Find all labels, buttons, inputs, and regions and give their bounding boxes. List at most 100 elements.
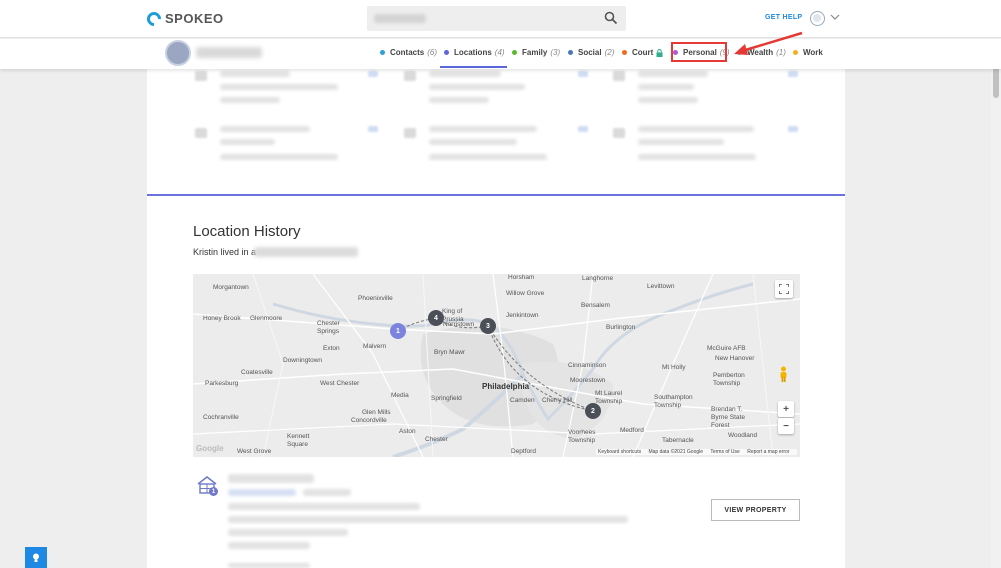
- blurred-link: [578, 71, 588, 77]
- tab-label: Family: [522, 48, 548, 57]
- map-place: Pemberton Township: [713, 372, 745, 387]
- street-view-pegman-icon[interactable]: [777, 366, 790, 382]
- lightbulb-icon: [33, 553, 39, 562]
- annotation-arrow-icon: [734, 31, 803, 55]
- map-place: Malvern: [363, 343, 387, 350]
- map-place: Bryn Mawr: [434, 349, 466, 356]
- keyboard-shortcuts-link[interactable]: Keyboard shortcuts: [598, 449, 641, 455]
- map-place: Voorhees Township: [568, 429, 596, 444]
- blurred-text: [429, 97, 489, 103]
- terms-link[interactable]: Terms of Use: [710, 449, 739, 455]
- tab-count: (6): [427, 48, 438, 57]
- chevron-down-icon[interactable]: [830, 13, 840, 21]
- section-divider: [147, 194, 845, 196]
- email-icon: [613, 128, 625, 138]
- tab-court[interactable]: Court: [622, 48, 663, 57]
- map-place: Burlington: [606, 324, 636, 331]
- blurred-text: [638, 126, 754, 132]
- report-error-link[interactable]: Report a map error: [747, 449, 789, 455]
- tab-label: Work: [803, 48, 823, 57]
- logo-mark-icon: [144, 8, 164, 29]
- tab-label: Locations: [454, 48, 492, 57]
- blurred-text: [429, 71, 501, 77]
- help-chat-button[interactable]: [25, 547, 47, 568]
- get-help-link[interactable]: GET HELP: [765, 14, 802, 21]
- spokeo-logo[interactable]: SPOKEO: [144, 8, 224, 29]
- court-dot-icon: [622, 50, 627, 55]
- profile-avatar: [165, 40, 191, 66]
- search-icon[interactable]: [604, 11, 618, 25]
- map-place: Glenmoore: [250, 315, 283, 322]
- blurred-text: [220, 126, 310, 132]
- map-place: Bensalem: [581, 302, 610, 309]
- section-title: Location History: [193, 223, 301, 240]
- top-bar: SPOKEO GET HELP: [0, 0, 1001, 38]
- map-data-text: Map data ©2021 Google: [648, 449, 704, 455]
- social-dot-icon: [568, 50, 573, 55]
- search-input[interactable]: [367, 6, 626, 31]
- tab-count: (4): [494, 48, 505, 57]
- scrollbar[interactable]: [991, 39, 1001, 568]
- tab-label: Social: [578, 48, 602, 57]
- map-place: Morgantown: [213, 284, 249, 291]
- tab-family[interactable]: Family (3): [512, 48, 560, 57]
- map-marker[interactable]: 1: [390, 323, 406, 339]
- blurred-text: [220, 84, 338, 90]
- blurred-text: [638, 139, 724, 145]
- map-place: Concordville: [351, 417, 387, 424]
- map-place: Woodland: [728, 432, 758, 439]
- map-place: Medford: [620, 427, 644, 434]
- map-place: Aston: [399, 428, 416, 435]
- blurred-text: [220, 139, 275, 145]
- annotation-highlight-box: [671, 42, 727, 62]
- map-base: [193, 274, 800, 457]
- map-place: Exton: [323, 345, 340, 352]
- map-place: Levittown: [647, 283, 675, 290]
- map-place: Brendan T. Byrne State Forest: [711, 406, 745, 429]
- blurred-link: [578, 126, 588, 132]
- map-place: Springfield: [431, 395, 462, 402]
- map-place-city: Philadelphia: [482, 382, 530, 391]
- map-place: Moorestown: [570, 377, 606, 384]
- marker-label: 3: [486, 322, 490, 330]
- blurred-text: [228, 474, 314, 483]
- tab-count: (3): [550, 48, 561, 57]
- blurred-text: [429, 84, 525, 90]
- view-property-button[interactable]: VIEW PROPERTY: [711, 499, 800, 521]
- blurred-text: [254, 247, 358, 257]
- map-place: Langhorne: [582, 275, 614, 282]
- google-logo: Google: [196, 444, 224, 453]
- profile-nav: Contacts (6) Locations (4) Family (3) So…: [0, 39, 1001, 69]
- map-place: New Hanover: [715, 355, 755, 362]
- phone-icon: [404, 71, 416, 81]
- location-map[interactable]: 1 2 3 4 Morgantown Honey Brook Glenmoore…: [193, 274, 800, 457]
- profile-name-blurred: [196, 47, 262, 58]
- blurred-link: [368, 71, 378, 77]
- blurred-text: [220, 97, 280, 103]
- tab-contacts[interactable]: Contacts (6): [380, 48, 437, 57]
- user-avatar-icon[interactable]: [810, 11, 825, 26]
- map-place: Cinnaminson: [568, 362, 606, 369]
- map-place: Media: [391, 392, 409, 399]
- section-subtitle: Kristin lived in a: [193, 247, 257, 257]
- map-place: Chester Springs: [317, 320, 340, 335]
- zoom-in-button[interactable]: +: [778, 401, 794, 417]
- map-place: Southampton Township: [654, 394, 693, 409]
- active-tab-underline: [440, 66, 507, 68]
- blurred-text: [429, 126, 537, 132]
- tab-label: Contacts: [390, 48, 425, 57]
- map-place: Tabernacle: [662, 437, 694, 444]
- tab-locations[interactable]: Locations (4): [444, 48, 505, 57]
- blurred-text: [429, 139, 517, 145]
- map-place: Cherry Hill: [542, 397, 573, 404]
- fullscreen-button[interactable]: [775, 280, 793, 298]
- email-icon: [404, 128, 416, 138]
- map-place: West Grove: [237, 448, 272, 455]
- tab-social[interactable]: Social (2): [568, 48, 614, 57]
- blurred-text: [429, 154, 547, 160]
- blurred-text: [228, 542, 310, 549]
- map-marker[interactable]: 3: [480, 318, 496, 334]
- map-footer: Keyboard shortcuts Map data ©2021 Google…: [596, 449, 798, 455]
- contacts-dot-icon: [380, 50, 385, 55]
- zoom-out-button[interactable]: −: [778, 418, 794, 434]
